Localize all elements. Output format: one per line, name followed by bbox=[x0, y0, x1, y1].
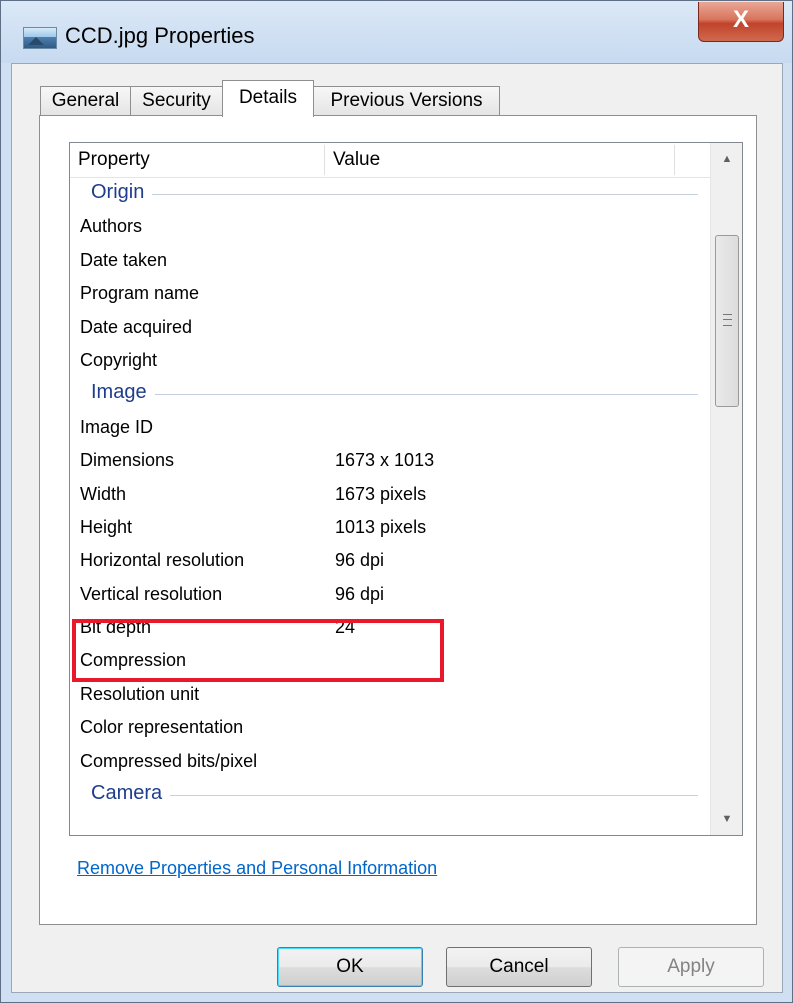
property-value: 24 bbox=[335, 617, 356, 638]
property-row[interactable]: Image ID bbox=[70, 411, 710, 444]
grip-icon bbox=[723, 314, 732, 326]
property-name: Color representation bbox=[80, 717, 244, 738]
group-divider bbox=[91, 795, 698, 797]
property-value: 96 dpi bbox=[335, 550, 385, 571]
close-button[interactable]: X bbox=[698, 2, 784, 42]
group-label: Origin bbox=[91, 181, 153, 204]
property-list[interactable]: Property Value Origin Authors Date taken Pr… bbox=[69, 142, 743, 836]
property-row[interactable]: Dimensions 1673 x 1013 bbox=[70, 444, 710, 477]
property-row[interactable]: Horizontal resolution 96 dpi bbox=[70, 544, 710, 577]
property-name: Program name bbox=[80, 283, 200, 304]
property-row[interactable]: Color representation bbox=[70, 711, 710, 744]
group-header[interactable]: Camera bbox=[70, 778, 710, 811]
tab-details[interactable]: Details bbox=[222, 80, 314, 117]
property-row[interactable]: Resolution unit bbox=[70, 678, 710, 711]
scroll-up-icon[interactable]: ▲ bbox=[711, 143, 742, 175]
property-row[interactable]: Date acquired bbox=[70, 311, 710, 344]
apply-button[interactable]: Apply bbox=[618, 947, 764, 987]
property-name: Authors bbox=[80, 216, 143, 237]
ok-button[interactable]: OK bbox=[277, 947, 423, 987]
group-divider bbox=[91, 394, 698, 396]
property-row[interactable]: Program name bbox=[70, 277, 710, 310]
details-panel: Property Value Origin Authors Date taken Pr… bbox=[39, 115, 757, 925]
property-row[interactable]: Bit depth 24 bbox=[70, 611, 710, 644]
property-row[interactable]: Compression bbox=[70, 644, 710, 677]
properties-window: CCD.jpg Properties X General Security De… bbox=[0, 0, 793, 1003]
property-name: Vertical resolution bbox=[80, 583, 223, 604]
property-value: 96 dpi bbox=[335, 583, 385, 604]
tab-general[interactable]: General bbox=[40, 86, 131, 116]
group-label: Camera bbox=[91, 782, 171, 806]
property-name: Image ID bbox=[80, 416, 154, 437]
property-name: Copyright bbox=[80, 349, 158, 370]
property-row[interactable]: Copyright bbox=[70, 344, 710, 377]
property-row[interactable]: Height 1013 pixels bbox=[70, 511, 710, 544]
list-header: Property Value bbox=[70, 143, 710, 178]
property-row[interactable]: Authors bbox=[70, 210, 710, 243]
cancel-button[interactable]: Cancel bbox=[446, 947, 592, 987]
column-header-value[interactable]: Value bbox=[325, 143, 675, 177]
property-row[interactable]: Width 1673 pixels bbox=[70, 478, 710, 511]
group-divider bbox=[91, 194, 698, 195]
property-name: Date acquired bbox=[80, 316, 193, 337]
property-value: 1673 x 1013 bbox=[335, 450, 435, 471]
property-name: Resolution unit bbox=[80, 683, 200, 704]
property-name: Height bbox=[80, 516, 133, 537]
property-name: Width bbox=[80, 483, 127, 504]
remove-properties-link[interactable]: Remove Properties and Personal Informati… bbox=[77, 858, 437, 879]
property-name: Bit depth bbox=[80, 617, 152, 638]
scroll-down-icon[interactable]: ▼ bbox=[711, 803, 742, 835]
property-value: 1013 pixels bbox=[335, 516, 427, 537]
group-label: Image bbox=[91, 381, 155, 405]
property-value: 1673 pixels bbox=[335, 483, 427, 504]
column-header-property[interactable]: Property bbox=[70, 143, 325, 177]
property-name: Compressed bits/pixel bbox=[80, 750, 258, 771]
property-name: Date taken bbox=[80, 249, 168, 270]
property-rows: Origin Authors Date taken Program name Date … bbox=[70, 177, 710, 811]
column-divider[interactable] bbox=[674, 145, 675, 175]
group-header[interactable]: Image bbox=[70, 377, 710, 410]
tab-previous-versions[interactable]: Previous Versions bbox=[313, 86, 500, 116]
property-row[interactable]: Vertical resolution 96 dpi bbox=[70, 578, 710, 611]
property-row[interactable]: Compressed bits/pixel bbox=[70, 745, 710, 778]
tab-security[interactable]: Security bbox=[130, 86, 223, 116]
vertical-scrollbar[interactable]: ▲ ▼ bbox=[710, 143, 742, 835]
property-row[interactable]: Date taken bbox=[70, 244, 710, 277]
dialog-content: General Security Details Previous Versio… bbox=[11, 63, 783, 993]
title-bar: CCD.jpg Properties X bbox=[1, 1, 792, 63]
property-name: Horizontal resolution bbox=[80, 550, 245, 571]
image-file-icon bbox=[23, 27, 57, 49]
scrollbar-thumb[interactable] bbox=[715, 235, 739, 407]
property-name: Dimensions bbox=[80, 450, 175, 471]
property-name: Compression bbox=[80, 650, 187, 671]
window-title: CCD.jpg Properties bbox=[65, 23, 255, 48]
group-header[interactable]: Origin bbox=[70, 177, 710, 210]
